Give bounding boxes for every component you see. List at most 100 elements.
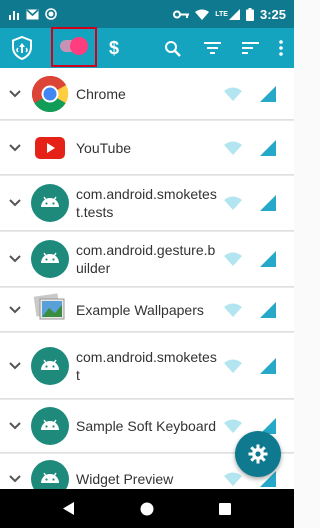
wifi-icon[interactable] bbox=[224, 141, 242, 155]
app-row-gesture-builder[interactable]: com.android.gesture.builder bbox=[0, 232, 294, 287]
status-bar: LTE 3:25 bbox=[0, 0, 294, 28]
recents-button[interactable] bbox=[210, 494, 240, 524]
app-icon bbox=[30, 74, 70, 114]
app-icon bbox=[30, 183, 70, 223]
app-row-smoketest[interactable]: com.android.smoketest bbox=[0, 333, 294, 399]
wifi-icon[interactable] bbox=[224, 359, 242, 373]
dollar-icon: $ bbox=[108, 37, 119, 58]
signal-bars-icon bbox=[9, 11, 19, 20]
wifi-icon[interactable] bbox=[224, 196, 242, 210]
gmail-icon bbox=[26, 8, 39, 19]
settings-fab[interactable] bbox=[235, 431, 281, 477]
chrome-icon bbox=[31, 75, 69, 112]
recents-square-icon bbox=[219, 502, 231, 515]
app-icon bbox=[30, 128, 70, 168]
mobile-data-icon[interactable] bbox=[260, 85, 276, 102]
home-button[interactable] bbox=[132, 494, 162, 524]
firewall-toggle-switch[interactable] bbox=[70, 37, 88, 55]
wifi-icon[interactable] bbox=[224, 252, 242, 266]
battery-icon bbox=[245, 7, 254, 21]
gear-icon bbox=[248, 444, 268, 464]
search-icon bbox=[164, 40, 181, 57]
mobile-data-icon[interactable] bbox=[260, 357, 276, 374]
android-icon bbox=[31, 346, 69, 385]
app-net-status bbox=[224, 139, 276, 156]
expand-button[interactable] bbox=[0, 143, 30, 152]
chevron-down-icon bbox=[9, 143, 21, 151]
app-row-smoketest-tests[interactable]: com.android.smoketest.tests bbox=[0, 176, 294, 231]
expand-button[interactable] bbox=[0, 199, 30, 207]
chevron-down-icon bbox=[9, 89, 21, 97]
search-button[interactable] bbox=[152, 28, 192, 68]
app-row-youtube[interactable]: YouTube bbox=[0, 121, 294, 175]
expand-button[interactable] bbox=[0, 361, 30, 370]
app-name: Example Wallpapers bbox=[76, 301, 204, 318]
app-net-status bbox=[224, 85, 276, 102]
app-name: com.android.gesture.builder bbox=[76, 242, 216, 276]
chevron-down-icon bbox=[9, 199, 21, 207]
wifi-icon[interactable] bbox=[224, 87, 242, 101]
expand-button[interactable] bbox=[0, 305, 30, 314]
cell-signal-icon bbox=[228, 8, 240, 20]
app-row-chrome[interactable]: Chrome bbox=[0, 68, 294, 120]
app-row-example-wallpapers[interactable]: Example Wallpapers bbox=[0, 288, 294, 332]
expand-button[interactable] bbox=[0, 422, 30, 430]
app-name: YouTube bbox=[76, 139, 132, 156]
home-circle-icon bbox=[140, 502, 154, 515]
android-icon bbox=[31, 459, 69, 489]
app-name: Widget Preview bbox=[76, 470, 174, 487]
app-name: com.android.smoketest.tests bbox=[76, 186, 217, 220]
clock: 3:25 bbox=[259, 6, 286, 22]
back-triangle-icon bbox=[63, 502, 74, 515]
expand-button[interactable] bbox=[0, 255, 30, 263]
chevron-down-icon bbox=[9, 305, 21, 313]
mobile-data-icon[interactable] bbox=[260, 301, 276, 318]
app-name: com.android.smoketest bbox=[76, 348, 217, 383]
app-name: Chrome bbox=[76, 85, 126, 102]
app-net-status bbox=[224, 357, 276, 374]
app-logo bbox=[0, 28, 44, 68]
mobile-data-icon[interactable] bbox=[260, 139, 276, 156]
android-icon bbox=[31, 407, 69, 445]
wifi-icon[interactable] bbox=[224, 472, 242, 486]
filter-button[interactable] bbox=[192, 28, 232, 68]
wallpapers-icon bbox=[33, 292, 65, 319]
sort-icon bbox=[241, 42, 259, 54]
chevron-down-icon bbox=[9, 474, 21, 482]
app-icon bbox=[30, 290, 70, 330]
app-icon bbox=[30, 346, 70, 386]
sort-button[interactable] bbox=[232, 28, 268, 68]
more-vert-icon bbox=[279, 40, 283, 56]
chevron-down-icon bbox=[9, 422, 21, 430]
app-icon bbox=[30, 406, 70, 446]
filter-icon bbox=[203, 42, 221, 54]
back-button[interactable] bbox=[54, 494, 84, 524]
wifi-icon[interactable] bbox=[224, 303, 242, 317]
app-icon bbox=[30, 459, 70, 489]
chevron-down-icon bbox=[9, 255, 21, 263]
wifi-icon[interactable] bbox=[224, 419, 242, 433]
network-type-label: LTE bbox=[215, 10, 228, 18]
app-icon bbox=[30, 239, 70, 279]
expand-button[interactable] bbox=[0, 89, 30, 98]
mobile-data-icon[interactable] bbox=[260, 195, 276, 211]
android-icon bbox=[31, 240, 69, 278]
app-name: Sample Soft Keyboard bbox=[76, 418, 217, 434]
app-bar: $ bbox=[0, 28, 294, 68]
sync-icon bbox=[45, 8, 57, 20]
chevron-down-icon bbox=[9, 361, 21, 369]
premium-button[interactable]: $ bbox=[96, 28, 132, 68]
youtube-icon bbox=[35, 136, 65, 159]
shield-logo-icon bbox=[12, 36, 32, 60]
app-list[interactable]: Chrome YouTube com.android.smoketest.tes… bbox=[0, 68, 294, 489]
mobile-data-icon[interactable] bbox=[260, 251, 276, 267]
vpn-key-icon bbox=[173, 10, 190, 18]
app-net-status bbox=[224, 195, 276, 211]
android-icon bbox=[31, 184, 69, 222]
app-net-status bbox=[224, 251, 276, 267]
wifi-icon bbox=[195, 9, 210, 20]
app-net-status bbox=[224, 301, 276, 318]
navigation-bar bbox=[0, 489, 294, 528]
expand-button[interactable] bbox=[0, 474, 30, 483]
overflow-menu-button[interactable] bbox=[268, 28, 294, 68]
